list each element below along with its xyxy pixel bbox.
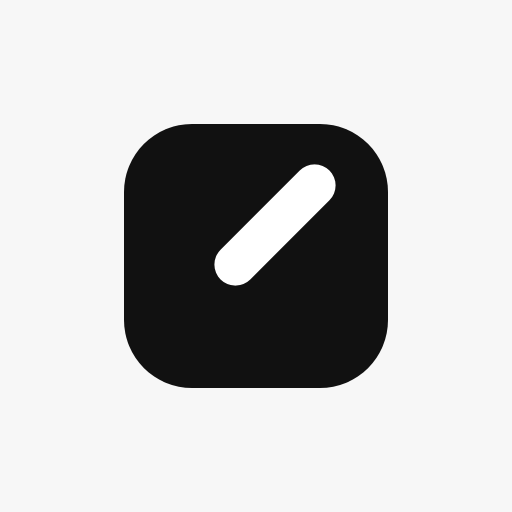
icon-canvas (0, 0, 512, 512)
slash-bar-shape (214, 164, 336, 286)
app-icon-tile[interactable] (124, 124, 388, 388)
slash-bar-icon (214, 164, 336, 286)
